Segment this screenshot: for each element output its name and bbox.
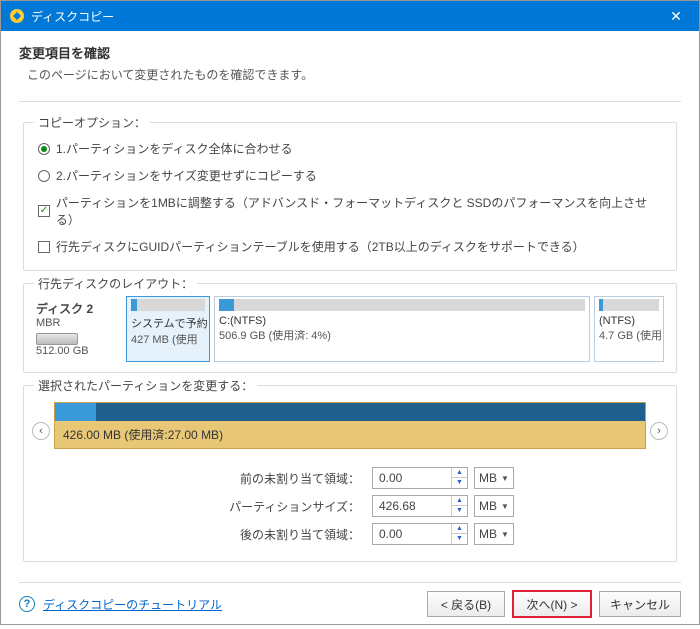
input-value: 0.00: [373, 471, 451, 485]
scroll-right-button[interactable]: ›: [650, 422, 668, 440]
partition-size: 4.7 GB (使用: [599, 327, 659, 343]
window-title: ディスクコピー: [31, 8, 661, 25]
radio-label: 1.パーティションをディスク全体に合わせる: [56, 140, 292, 157]
radio-no-resize[interactable]: 2.パーティションをサイズ変更せずにコピーする: [36, 162, 664, 189]
usage-bar: [131, 299, 205, 311]
usage-bar: [219, 299, 585, 311]
checkbox-align-1mb[interactable]: パーティションを1MBに調整する（アドバンスド・フォーマットディスクと SSDの…: [36, 189, 664, 233]
spinner[interactable]: ▲▼: [451, 496, 467, 516]
spin-down-icon[interactable]: ▼: [452, 534, 467, 544]
disk-icon: [36, 333, 78, 345]
input-value: 426.68: [373, 499, 451, 513]
disk-name: ディスク 2: [36, 300, 122, 317]
unit-label: MB: [479, 499, 497, 513]
partition-c[interactable]: C:(NTFS) 506.9 GB (使用済: 4%): [214, 296, 590, 362]
spin-up-icon[interactable]: ▲: [452, 524, 467, 534]
unit-select[interactable]: MB ▼: [474, 467, 514, 489]
partition-system-reserved[interactable]: システムで予約 427 MB (使用: [126, 296, 210, 362]
unit-label: MB: [479, 471, 497, 485]
spin-down-icon[interactable]: ▼: [452, 506, 467, 516]
space-before-input[interactable]: 0.00 ▲▼: [372, 467, 468, 489]
field-partition-size: パーティションサイズ： 426.68 ▲▼ MB▼: [36, 495, 664, 517]
size-fields: 前の未割り当て領域： 0.00 ▲▼ MB▼ パーティションサイズ： 426.6…: [36, 467, 664, 545]
chevron-down-icon: ▼: [501, 530, 509, 539]
unit-label: MB: [479, 527, 497, 541]
group-title: 行先ディスクのレイアウト：: [34, 275, 197, 292]
radio-icon: [38, 143, 50, 155]
space-after-input[interactable]: 0.00 ▲▼: [372, 523, 468, 545]
field-label: パーティションサイズ：: [36, 498, 366, 515]
disk-info: ディスク 2 MBR 512.00 GB: [36, 296, 122, 362]
checkbox-label: パーティションを1MBに調整する（アドバンスド・フォーマットディスクと SSDの…: [56, 194, 662, 228]
field-space-before: 前の未割り当て領域： 0.00 ▲▼ MB▼: [36, 467, 664, 489]
group-title: 選択されたパーティションを変更する：: [34, 377, 257, 394]
footer: ? ディスクコピーのチュートリアル < 戻る(B) 次へ(N) > キャンセル: [1, 583, 699, 629]
checkbox-icon: [38, 241, 50, 253]
partition-name: C:(NTFS): [219, 315, 585, 327]
chevron-down-icon: ▼: [501, 474, 509, 483]
disk-size: 512.00 GB: [36, 345, 122, 357]
disk-layout-row: ディスク 2 MBR 512.00 GB システムで予約 427 MB (使用 …: [36, 296, 664, 362]
field-label: 前の未割り当て領域：: [36, 470, 366, 487]
partition-ntfs[interactable]: (NTFS) 4.7 GB (使用: [594, 296, 664, 362]
page-subtitle: このページにおいて変更されたものを確認できます。: [19, 66, 681, 83]
dest-layout-group: 行先ディスクのレイアウト： ディスク 2 MBR 512.00 GB システムで…: [23, 283, 677, 373]
radio-fit-disk[interactable]: 1.パーティションをディスク全体に合わせる: [36, 135, 664, 162]
disk-type: MBR: [36, 317, 122, 329]
partition-size-input[interactable]: 426.68 ▲▼: [372, 495, 468, 517]
wizard-header: 変更項目を確認 このページにおいて変更されたものを確認できます。: [1, 31, 699, 93]
tutorial-link[interactable]: ディスクコピーのチュートリアル: [43, 596, 222, 613]
close-icon[interactable]: ✕: [661, 8, 691, 25]
checkbox-label: 行先ディスクにGUIDパーティションテーブルを使用する（2TB以上のディスクをサ…: [56, 238, 585, 255]
selected-partition-block[interactable]: 426.00 MB (使用済:27.00 MB): [54, 402, 646, 449]
input-value: 0.00: [373, 527, 451, 541]
spinner[interactable]: ▲▼: [451, 468, 467, 488]
field-space-after: 後の未割り当て領域： 0.00 ▲▼ MB▼: [36, 523, 664, 545]
chevron-down-icon: ▼: [501, 502, 509, 511]
partition-info: 426.00 MB (使用済:27.00 MB): [55, 421, 645, 448]
checkbox-guid[interactable]: 行先ディスクにGUIDパーティションテーブルを使用する（2TB以上のディスクをサ…: [36, 233, 664, 260]
field-label: 後の未割り当て領域：: [36, 526, 366, 543]
partition-usage-bar: [55, 403, 645, 421]
help-icon[interactable]: ?: [19, 596, 35, 612]
unit-select[interactable]: MB ▼: [474, 523, 514, 545]
partition-editor: ‹ › 426.00 MB (使用済:27.00 MB): [36, 398, 664, 453]
app-icon: [9, 8, 25, 24]
partition-name: (NTFS): [599, 315, 659, 327]
edit-partition-group: 選択されたパーティションを変更する： ‹ › 426.00 MB (使用済:27…: [23, 385, 677, 562]
radio-label: 2.パーティションをサイズ変更せずにコピーする: [56, 167, 317, 184]
titlebar: ディスクコピー ✕: [1, 1, 699, 31]
partition-size: 506.9 GB (使用済: 4%): [219, 327, 585, 343]
usage-bar: [599, 299, 659, 311]
page-title: 変更項目を確認: [19, 43, 681, 62]
unit-select[interactable]: MB ▼: [474, 495, 514, 517]
spinner[interactable]: ▲▼: [451, 524, 467, 544]
spin-up-icon[interactable]: ▲: [452, 468, 467, 478]
spin-down-icon[interactable]: ▼: [452, 478, 467, 488]
spin-up-icon[interactable]: ▲: [452, 496, 467, 506]
radio-icon: [38, 170, 50, 182]
back-button[interactable]: < 戻る(B): [427, 591, 505, 617]
group-title: コピーオプション：: [34, 114, 150, 131]
scroll-left-button[interactable]: ‹: [32, 422, 50, 440]
partition-size: 427 MB (使用: [131, 331, 205, 347]
next-button[interactable]: 次へ(N) >: [513, 591, 591, 617]
content-area: コピーオプション： 1.パーティションをディスク全体に合わせる 2.パーティショ…: [1, 102, 699, 570]
copy-options-group: コピーオプション： 1.パーティションをディスク全体に合わせる 2.パーティショ…: [23, 122, 677, 271]
cancel-button[interactable]: キャンセル: [599, 591, 681, 617]
partition-name: システムで予約: [131, 315, 205, 331]
checkbox-icon: [38, 205, 50, 217]
